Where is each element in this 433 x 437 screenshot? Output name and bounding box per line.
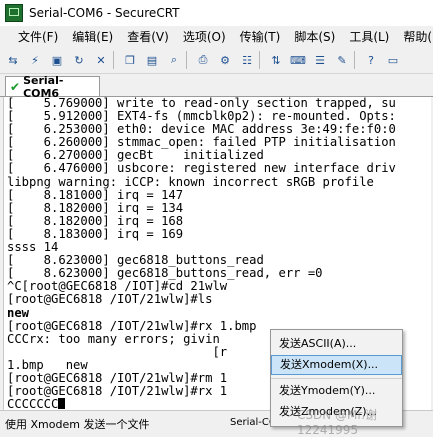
securecrt-app-icon	[5, 4, 23, 22]
terminal-line: new	[7, 305, 30, 320]
paste-icon[interactable]: ▤	[143, 51, 161, 69]
terminal-line: [ 6.476000] usbcore: registered new inte…	[7, 161, 396, 176]
menu-tools[interactable]: 工具(L)	[342, 28, 396, 45]
terminal-line: [ 8.182000] irq = 134	[7, 200, 184, 215]
terminal-line: [ 8.182000] irq = 168	[7, 213, 184, 228]
menu-file[interactable]: 文件(F)	[0, 28, 65, 45]
connected-check-icon: ✔	[10, 79, 21, 94]
window-title: Serial-COM6 - SecureCRT	[29, 6, 180, 20]
tab-serial-com6[interactable]: ✔ Serial-COM6	[5, 74, 100, 100]
terminal-line: libpng warning: iCCP: known incorrect sR…	[7, 174, 374, 189]
connect-tab-icon[interactable]: ▣	[48, 51, 66, 69]
menu-separator	[271, 378, 402, 379]
disconnect-icon[interactable]: ✕	[92, 51, 110, 69]
terminal-cursor	[58, 398, 66, 410]
menu-item-send-ascii[interactable]: 发送ASCII(A)...	[271, 334, 402, 354]
terminal-line-text: CCCCCCC	[7, 397, 59, 410]
menu-options[interactable]: 选项(O)	[176, 28, 233, 45]
menu-item-send-xmodem[interactable]: 发送Xmodem(X)...	[271, 355, 402, 375]
copy-icon[interactable]: ❐	[121, 51, 139, 69]
menu-transfer[interactable]: 传输(T)	[233, 28, 288, 45]
menu-item-send-ymodem[interactable]: 发送Ymodem(Y)...	[271, 381, 402, 401]
toolbar: ⇆ ⚡ ▣ ↻ ✕ ❐ ▤ ⌕ ⎙ ⚙ ☷ ⇅ ⌨ ☰ ✎ ? ▭	[0, 47, 433, 74]
global-options-icon[interactable]: ☷	[238, 51, 256, 69]
terminal-line: [ 8.181000] irq = 147	[7, 187, 184, 202]
quick-connect-icon[interactable]: ⚡	[26, 51, 44, 69]
session-tab-bar: ✔ Serial-COM6	[0, 74, 433, 100]
menu-edit[interactable]: 编辑(E)	[65, 28, 120, 45]
terminal-line: [ 8.183000] irq = 169	[7, 226, 184, 241]
reconnect-icon[interactable]: ↻	[70, 51, 88, 69]
menu-view[interactable]: 查看(V)	[120, 28, 176, 45]
find-icon[interactable]: ⌕	[165, 51, 183, 69]
terminal-line: [root@GEC6818 /IOT/21wlw]#ls	[7, 292, 213, 307]
toolbar-separator	[113, 51, 114, 69]
toolbar-separator	[259, 51, 260, 69]
tab-label: Serial-COM6	[23, 73, 64, 100]
menu-script[interactable]: 脚本(S)	[287, 28, 342, 45]
keymap-icon[interactable]: ⌨	[289, 51, 307, 69]
menu-bar: 文件(F) 编辑(E) 查看(V) 选项(O) 传输(T) 脚本(S) 工具(L…	[0, 26, 433, 47]
menu-help[interactable]: 帮助(	[396, 28, 433, 45]
help-icon[interactable]: ?	[362, 51, 380, 69]
connect-icon[interactable]: ⇆	[4, 51, 22, 69]
watermark: CSDN @Mr.谢12241995	[297, 408, 378, 437]
settings-icon[interactable]: ⚙	[216, 51, 234, 69]
screen-icon[interactable]: ▭	[384, 51, 402, 69]
status-message: 使用 Xmodem 发送一个文件	[5, 417, 150, 431]
sftp-icon[interactable]: ⇅	[267, 51, 285, 69]
script-icon[interactable]: ✎	[333, 51, 351, 69]
print-icon[interactable]: ⎙	[194, 51, 212, 69]
toolbar-separator	[186, 51, 187, 69]
title-bar: Serial-COM6 - SecureCRT	[0, 0, 433, 27]
toolbar-separator	[354, 51, 355, 69]
log-icon[interactable]: ☰	[311, 51, 329, 69]
